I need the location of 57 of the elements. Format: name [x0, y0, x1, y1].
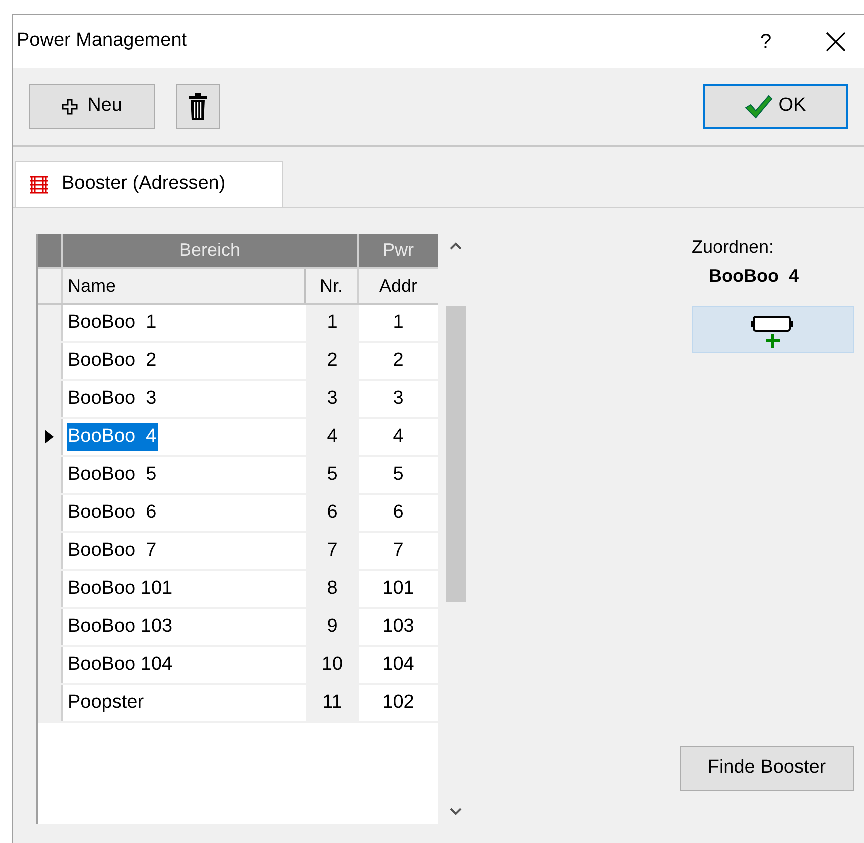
- table-cell-text: BooBoo 1: [67, 310, 158, 335]
- assign-target: BooBoo 4: [709, 265, 799, 288]
- table-cell: 8: [306, 571, 359, 607]
- table-cell-text: 104: [382, 652, 416, 677]
- assign-booster-button[interactable]: [692, 306, 854, 353]
- new-button[interactable]: Neu: [29, 84, 155, 129]
- table-cell: 6: [306, 495, 359, 531]
- table-cell: BooBoo 4: [67, 422, 158, 452]
- table-cell-text: 101: [382, 576, 416, 601]
- table-cell: 5: [306, 457, 359, 493]
- table-cell: 10: [306, 647, 359, 683]
- table-cell-text: BooBoo 7: [67, 538, 158, 563]
- table-cell-text: 2: [392, 348, 405, 373]
- close-icon[interactable]: [826, 32, 846, 52]
- table-cell-text: BooBoo 3: [67, 386, 158, 411]
- column-header[interactable]: Nr.: [306, 269, 359, 303]
- table-cell-text: BooBoo 104: [67, 652, 174, 677]
- table-cell: 1: [306, 305, 359, 341]
- table-cell: 11: [306, 685, 359, 721]
- scrollbar-thumb[interactable]: [446, 306, 466, 602]
- table-cell-text: BooBoo 6: [67, 500, 158, 525]
- tab[interactable]: Booster (Adressen): [15, 161, 283, 207]
- table-cell-text: BooBoo 101: [67, 576, 174, 601]
- table-cell: 9: [306, 609, 359, 645]
- table-cell-text: 3: [392, 386, 405, 411]
- table-cell-text: BooBoo 2: [67, 348, 158, 373]
- table-cell-text: BooBoo 5: [67, 462, 158, 487]
- scroll-down-icon[interactable]: [450, 808, 462, 816]
- ok-button[interactable]: OK: [703, 84, 848, 129]
- table-cell: 2: [306, 343, 359, 379]
- find-booster-button[interactable]: Finde Booster: [680, 746, 854, 791]
- column-group-header: Pwr: [382, 239, 415, 262]
- table-cell-text: 4: [392, 424, 405, 449]
- scroll-up-icon[interactable]: [450, 242, 462, 250]
- window-title: Power Management: [17, 29, 188, 54]
- column-group-header: Bereich: [63, 234, 359, 267]
- plus-icon: [62, 98, 78, 114]
- column-header[interactable]: Addr: [359, 269, 438, 303]
- table-cell: 4: [306, 419, 359, 455]
- table-cell-text: Poopster: [67, 690, 146, 715]
- table-cell: 3: [306, 381, 359, 417]
- table-cell: 7: [306, 533, 359, 569]
- table-cell-text: 1: [392, 310, 405, 335]
- checkmark-icon: [744, 94, 773, 118]
- table-cell-text: 5: [392, 462, 405, 487]
- table-cell-text: 6: [392, 500, 405, 525]
- table-cell-text: 102: [382, 690, 416, 715]
- table-cell-text: 103: [382, 614, 416, 639]
- coil-icon: [28, 174, 50, 194]
- table-cell-text: BooBoo 103: [67, 614, 174, 639]
- current-row-icon: [45, 430, 54, 444]
- table-cell-text: 7: [392, 538, 405, 563]
- help-button[interactable]: ?: [746, 26, 786, 56]
- delete-button[interactable]: [176, 84, 220, 129]
- trash-icon: [188, 92, 208, 120]
- assign-label: Zuordnen:: [692, 236, 774, 259]
- column-header[interactable]: Name: [63, 269, 306, 303]
